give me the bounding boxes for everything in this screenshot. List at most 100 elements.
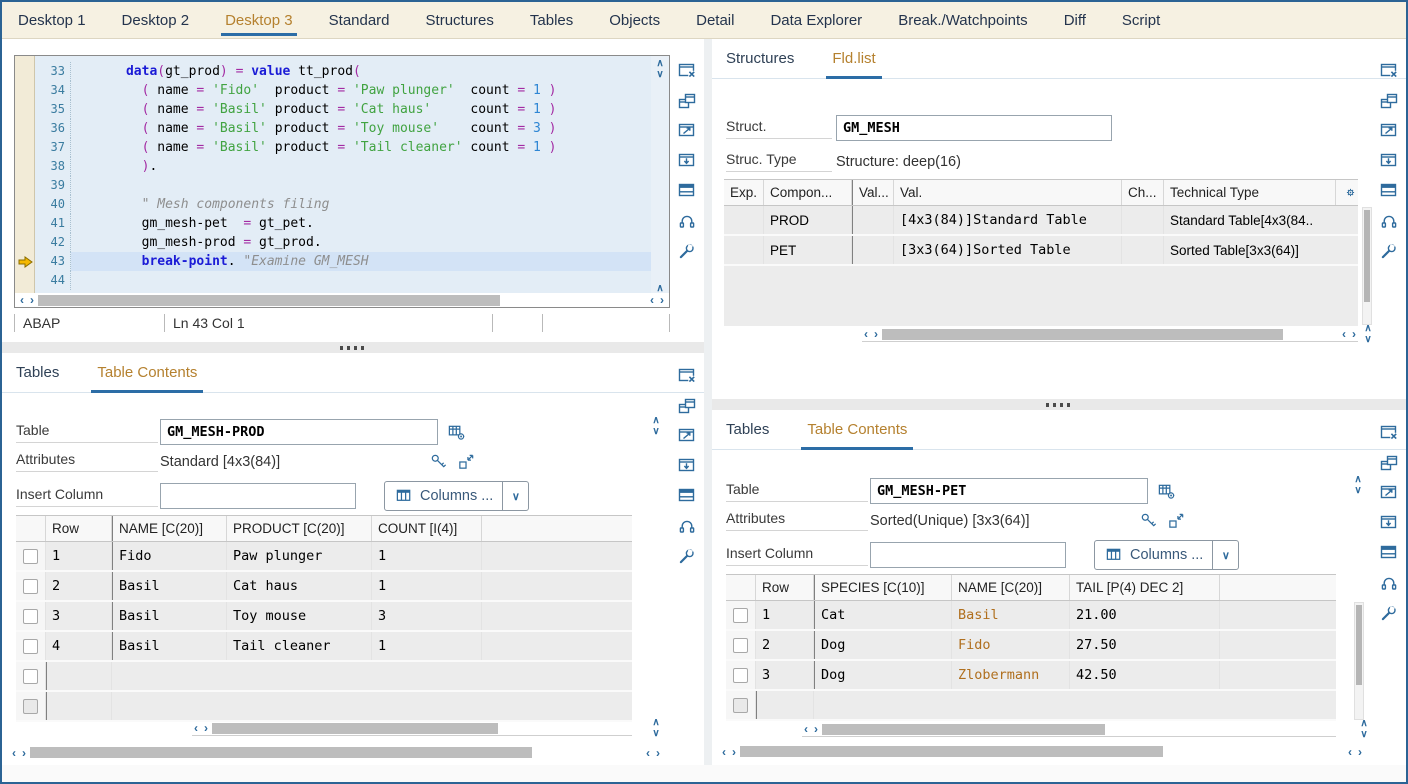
scrollbar-thumb[interactable] xyxy=(30,747,532,758)
data-cell[interactable]: Toy mouse xyxy=(227,602,372,630)
scroll-right-icon[interactable]: › xyxy=(28,293,36,307)
row-checkbox[interactable] xyxy=(23,699,38,714)
column-header[interactable]: SPECIES [C(10)] xyxy=(814,575,952,600)
component-cell[interactable]: PET xyxy=(764,236,852,264)
table-row[interactable]: 3DogZlobermann42.50 xyxy=(726,661,1336,691)
data-cell[interactable]: 1 xyxy=(756,601,814,629)
scroll-right-icon[interactable]: › xyxy=(20,746,28,760)
maximize-view-icon[interactable] xyxy=(676,120,698,142)
table-name-input[interactable] xyxy=(160,419,438,445)
data-cell[interactable]: 1 xyxy=(372,632,482,660)
scrollbar-thumb[interactable] xyxy=(212,723,498,734)
scroll-right-icon[interactable]: › xyxy=(202,721,210,735)
dock-view-icon[interactable] xyxy=(676,150,698,172)
scrollbar-thumb[interactable] xyxy=(882,329,1283,340)
table-row[interactable]: 2DogFido27.50 xyxy=(726,631,1336,661)
scroll-left-icon[interactable]: ‹ xyxy=(644,746,652,760)
scroll-down-icon[interactable]: ∨ xyxy=(656,69,663,80)
column-header[interactable]: NAME [C(20)] xyxy=(952,575,1070,600)
gear-icon[interactable] xyxy=(1336,180,1358,205)
column-header[interactable]: Ch... xyxy=(1122,180,1164,205)
row-checkbox[interactable] xyxy=(733,638,748,653)
data-cell[interactable]: 2 xyxy=(756,631,814,659)
scroll-up-icon[interactable]: ∧ xyxy=(1354,474,1361,485)
split-rows-icon[interactable] xyxy=(676,485,698,507)
swap-view-icon[interactable] xyxy=(1378,90,1400,112)
tab-desktop-1[interactable]: Desktop 1 xyxy=(18,2,86,38)
panel-horizontal-scrollbar[interactable]: ‹ › ‹ › xyxy=(720,744,1364,759)
scrollbar-thumb[interactable] xyxy=(1356,605,1362,685)
table-row[interactable]: 1FidoPaw plunger1 xyxy=(16,542,632,572)
column-header[interactable]: NAME [C(20)] xyxy=(112,516,227,541)
data-cell[interactable]: Basil xyxy=(112,572,227,600)
data-cell[interactable]: Fido xyxy=(952,631,1070,659)
data-cell[interactable]: Basil xyxy=(112,602,227,630)
resize-icon[interactable] xyxy=(1166,511,1186,531)
chevron-down-icon[interactable]: ∨ xyxy=(1212,541,1238,569)
data-cell[interactable]: Dog xyxy=(814,661,952,689)
value-cell[interactable]: [4x3(84)]Standard Table xyxy=(894,206,1122,234)
scroll-arrows[interactable]: ∧ ∨ xyxy=(1356,718,1372,740)
maximize-view-icon[interactable] xyxy=(1378,482,1400,504)
maximize-view-icon[interactable] xyxy=(676,425,698,447)
row-checkbox[interactable] xyxy=(733,608,748,623)
resize-icon[interactable] xyxy=(456,452,476,472)
row-checkbox[interactable] xyxy=(23,609,38,624)
grid-vertical-scrollbar[interactable] xyxy=(1354,602,1364,720)
table-settings-icon[interactable] xyxy=(1156,481,1176,501)
columns-button[interactable]: Columns ... ∨ xyxy=(1094,540,1239,570)
data-cell[interactable]: Fido xyxy=(112,542,227,570)
horizontal-splitter[interactable] xyxy=(712,399,1406,410)
dock-view-icon[interactable] xyxy=(1378,512,1400,534)
table-row[interactable]: PROD [4x3(84)]Standard Table Standard Tabl… xyxy=(724,206,1358,236)
dock-view-icon[interactable] xyxy=(1378,150,1400,172)
wrench-icon[interactable] xyxy=(1378,602,1400,624)
key-icon[interactable] xyxy=(428,452,448,472)
wrench-icon[interactable] xyxy=(676,545,698,567)
data-cell[interactable]: Basil xyxy=(112,632,227,660)
tab-tables[interactable]: Tables xyxy=(530,2,573,38)
data-cell[interactable]: 42.50 xyxy=(1070,661,1220,689)
tab-diff[interactable]: Diff xyxy=(1064,2,1086,38)
vertical-divider[interactable] xyxy=(704,39,712,782)
scroll-right-icon[interactable]: › xyxy=(1350,327,1358,341)
unlink-icon[interactable] xyxy=(676,210,698,232)
technical-type-cell[interactable]: Sorted Table[3x3(64)] xyxy=(1164,236,1358,264)
scroll-arrows[interactable]: ∧ ∨ xyxy=(1360,323,1376,345)
scroll-arrows[interactable]: ∧ ∨ xyxy=(648,717,664,739)
tab-standard[interactable]: Standard xyxy=(329,2,390,38)
scroll-arrows[interactable]: ∧ ∨ xyxy=(648,415,664,437)
component-cell[interactable]: PROD xyxy=(764,206,852,234)
technical-type-cell[interactable]: Standard Table[4x3(84.. xyxy=(1164,206,1358,234)
swap-view-icon[interactable] xyxy=(676,90,698,112)
scroll-arrows[interactable]: ∧ ∨ xyxy=(1350,474,1366,496)
close-view-icon[interactable] xyxy=(1378,60,1400,82)
tab-table-contents[interactable]: Table Contents xyxy=(807,410,907,449)
column-header[interactable]: COUNT [I(4)] xyxy=(372,516,482,541)
code-editor[interactable]: 33 data(gt_prod) = value tt_prod(34 ( na… xyxy=(14,55,670,308)
data-cell[interactable]: 21.00 xyxy=(1070,601,1220,629)
data-cell[interactable]: 1 xyxy=(46,542,112,570)
scrollbar-thumb[interactable] xyxy=(38,295,500,306)
data-cell[interactable]: Tail cleaner xyxy=(227,632,372,660)
split-rows-icon[interactable] xyxy=(676,180,698,202)
grid-vertical-scrollbar[interactable] xyxy=(1362,207,1372,325)
unlink-icon[interactable] xyxy=(1378,210,1400,232)
column-header[interactable]: Row xyxy=(46,516,112,541)
key-icon[interactable] xyxy=(1138,511,1158,531)
scroll-left-icon[interactable]: ‹ xyxy=(18,293,26,307)
data-cell[interactable]: 2 xyxy=(46,572,112,600)
row-checkbox[interactable] xyxy=(23,579,38,594)
grid-horizontal-scrollbar[interactable]: ‹ › xyxy=(192,721,632,736)
scroll-up-icon[interactable]: ∧ xyxy=(652,415,659,426)
data-cell[interactable]: 1 xyxy=(372,542,482,570)
tab-table-contents[interactable]: Table Contents xyxy=(97,353,197,392)
horizontal-splitter[interactable] xyxy=(2,342,704,353)
column-header[interactable]: TAIL [P(4) DEC 2] xyxy=(1070,575,1220,600)
scroll-left-icon[interactable]: ‹ xyxy=(10,746,18,760)
table-row[interactable]: 2BasilCat haus1 xyxy=(16,572,632,602)
tab-desktop-3[interactable]: Desktop 3 xyxy=(225,2,293,38)
tab-tables[interactable]: Tables xyxy=(16,353,59,392)
split-rows-icon[interactable] xyxy=(1378,180,1400,202)
unlink-icon[interactable] xyxy=(676,515,698,537)
